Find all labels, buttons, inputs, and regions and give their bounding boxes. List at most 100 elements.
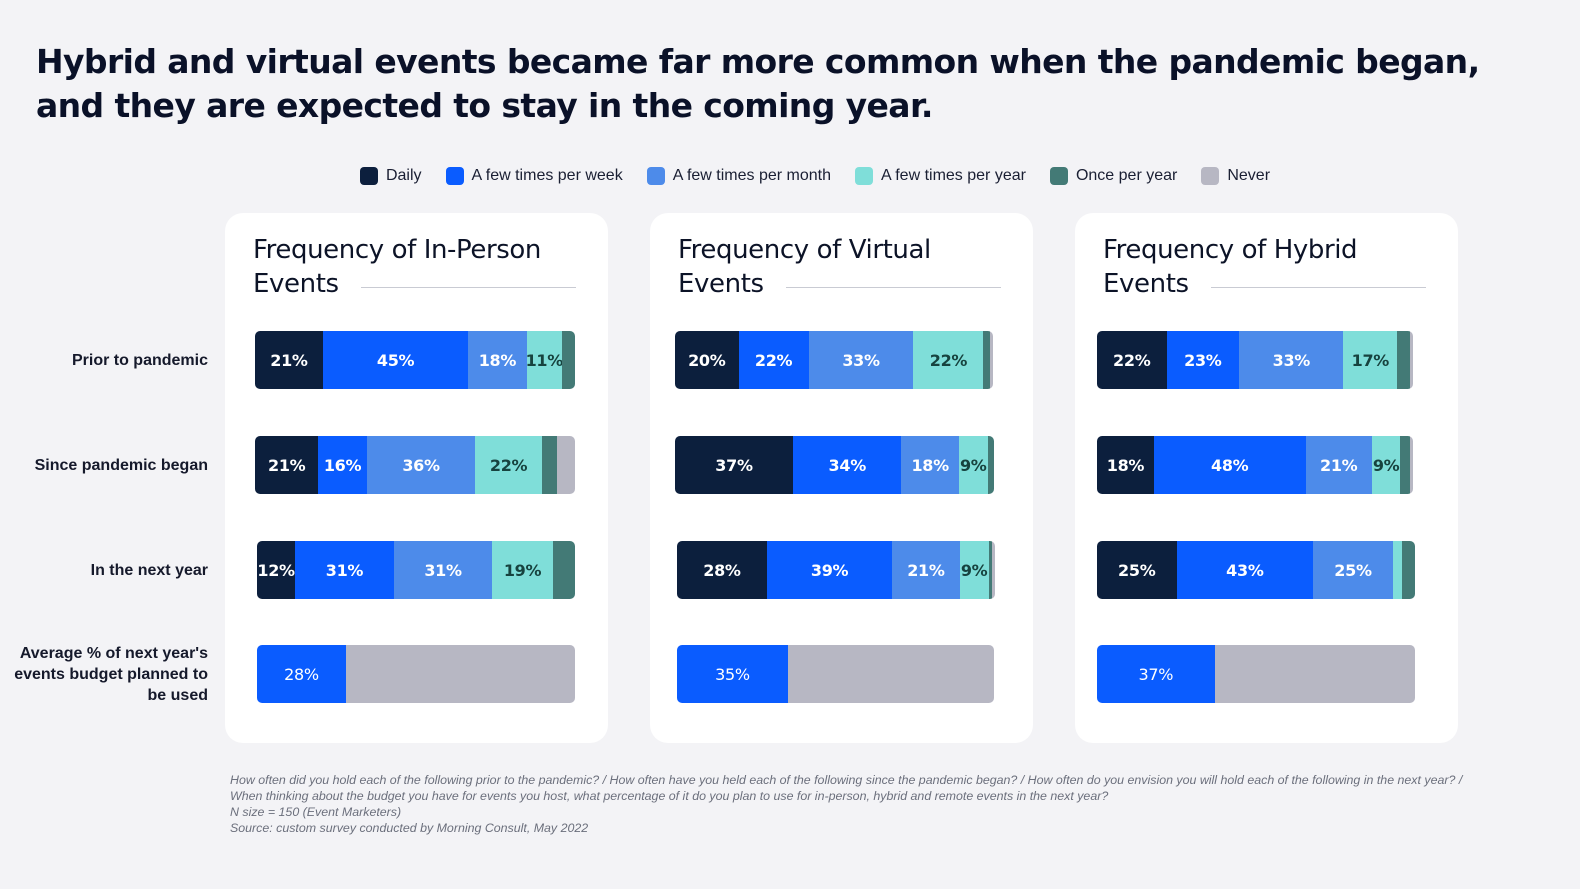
legend-label: A few times per month <box>672 167 831 184</box>
stacked-bar: 25% 43% 25% <box>1097 541 1415 599</box>
legend-swatch <box>1049 167 1068 185</box>
legend: Daily A few times per week A few times per… <box>0 167 1580 185</box>
legend-item: A few times per week <box>445 167 623 185</box>
legend-label: Never <box>1227 167 1271 184</box>
bar-segment-never <box>991 541 995 599</box>
bar-segment-daily: 25% <box>1097 541 1177 599</box>
bar-segment-once-per-year <box>562 331 575 389</box>
legend-label: A few times per year <box>881 167 1026 184</box>
legend-item: A few times per month <box>646 167 831 185</box>
legend-label: Once per year <box>1075 167 1178 184</box>
bar-segment-a-few-times-per-year: 22% <box>913 331 984 389</box>
title-rule <box>786 287 1001 288</box>
bar-segment-a-few-times-per-month: 18% <box>468 331 527 389</box>
budget-segment-used: 35% <box>677 645 788 703</box>
bar-segment-daily: 20% <box>675 331 739 389</box>
bar-segment-a-few-times-per-week: 39% <box>766 541 893 599</box>
card-title: Frequency of Virtual Events <box>678 235 931 299</box>
footnote: How often did you hold each of the follo… <box>230 772 1470 836</box>
budget-segment-rest <box>1214 645 1415 703</box>
bar-segment-a-few-times-per-week: 16% <box>318 436 367 494</box>
stacked-bar: 21% 45% 18% 11% <box>255 331 575 389</box>
bar-segment-a-few-times-per-week: 22% <box>738 331 809 389</box>
legend-item: A few times per year <box>855 167 1026 185</box>
row-label-next-year: In the next year <box>90 562 208 579</box>
bar-segment-daily: 21% <box>255 436 319 494</box>
legend-item: Never <box>1201 167 1270 185</box>
bar-segment-a-few-times-per-month: 21% <box>1305 436 1372 494</box>
card-title: Frequency of In-Person Events <box>253 235 542 299</box>
legend-swatch <box>646 167 665 185</box>
bar-segment-a-few-times-per-month: 21% <box>892 541 960 599</box>
bar-segment-a-few-times-per-year: 9% <box>1371 436 1401 494</box>
bar-segment-a-few-times-per-year: 11% <box>526 331 563 389</box>
page-title: Hybrid and virtual events became far mor… <box>36 42 1480 125</box>
bar-segment-never <box>1409 436 1413 494</box>
footnote-question: How often did you hold each of the follo… <box>230 773 1463 803</box>
title-rule <box>361 287 576 288</box>
stacked-bar: 28% 39% 21% 9% <box>677 541 995 599</box>
bar-segment-once-per-year <box>987 436 994 494</box>
bar-segment-once-per-year <box>1400 436 1410 494</box>
bar-segment-a-few-times-per-year: 19% <box>492 541 553 599</box>
bar-segment-once-per-year <box>552 541 575 599</box>
bar-segment-daily: 22% <box>1097 331 1167 389</box>
bar-segment-a-few-times-per-month: 36% <box>366 436 476 494</box>
bar-segment-a-few-times-per-week: 45% <box>322 331 469 389</box>
row-label-prior: Prior to pandemic <box>71 352 208 369</box>
bar-segment-a-few-times-per-year <box>1392 541 1403 599</box>
stacked-bar: 22% 23% 33% 17% <box>1097 331 1413 389</box>
bar-segment-never <box>556 436 575 494</box>
bar-segment-a-few-times-per-week: 48% <box>1153 436 1306 494</box>
legend-label: A few times per week <box>471 167 623 184</box>
legend-swatch <box>1201 167 1220 185</box>
footnote-n-size: N size = 150 (Event Marketers) <box>230 805 402 819</box>
stacked-bar: 21% 16% 36% 22% <box>255 436 575 494</box>
bar-segment-daily: 37% <box>675 436 794 494</box>
bar-segment-a-few-times-per-year: 9% <box>958 436 988 494</box>
stacked-bar: 37% 34% 18% 9% <box>675 436 994 494</box>
budget-bar: 28% <box>257 645 575 703</box>
stacked-bar: 18% 48% 21% 9% <box>1097 436 1413 494</box>
bar-segment-a-few-times-per-week: 34% <box>793 436 902 494</box>
bar-segment-a-few-times-per-year: 17% <box>1343 331 1398 389</box>
title-rule <box>1211 287 1426 288</box>
bar-segment-a-few-times-per-month: 31% <box>393 541 493 599</box>
card-title: Frequency of Hybrid Events <box>1103 235 1358 299</box>
row-label-budget: Average % of next year's events budget p… <box>14 645 208 704</box>
budget-segment-used: 28% <box>257 645 347 703</box>
bar-segment-daily: 28% <box>677 541 767 599</box>
footnote-source: Source: custom survey conducted by Morni… <box>230 821 589 835</box>
row-label-since: Since pandemic began <box>34 457 208 474</box>
bar-segment-a-few-times-per-month: 18% <box>901 436 959 494</box>
bar-segment-a-few-times-per-month: 25% <box>1313 541 1393 599</box>
budget-segment-rest <box>346 645 575 703</box>
legend-swatch <box>359 167 378 185</box>
bar-segment-a-few-times-per-year: 9% <box>959 541 989 599</box>
budget-segment-rest <box>787 645 994 703</box>
bar-segment-a-few-times-per-week: 43% <box>1176 541 1314 599</box>
bar-segment-daily: 12% <box>257 541 296 599</box>
budget-segment-used: 37% <box>1097 645 1215 703</box>
stacked-bar: 12% 31% 31% 19% <box>257 541 575 599</box>
bar-segment-never <box>989 331 993 389</box>
stacked-bar: 20% 22% 33% 22% <box>675 331 993 389</box>
bar-segment-once-per-year <box>541 436 557 494</box>
bar-segment-a-few-times-per-month: 33% <box>808 331 914 389</box>
budget-bar: 35% <box>677 645 994 703</box>
bar-segment-never <box>1409 331 1413 389</box>
legend-label: Daily <box>385 167 422 184</box>
budget-bar: 37% <box>1097 645 1415 703</box>
bar-segment-a-few-times-per-week: 23% <box>1166 331 1240 389</box>
legend-item: Once per year <box>1049 167 1178 185</box>
bar-segment-a-few-times-per-year: 22% <box>475 436 542 494</box>
bar-segment-a-few-times-per-week: 31% <box>295 541 394 599</box>
bar-segment-once-per-year <box>1402 541 1415 599</box>
legend-item: Daily <box>359 167 422 185</box>
bar-segment-once-per-year <box>1397 331 1410 389</box>
bar-segment-daily: 21% <box>255 331 323 389</box>
legend-swatch <box>445 167 464 185</box>
bar-segment-daily: 18% <box>1097 436 1154 494</box>
legend-swatch <box>855 167 873 185</box>
bar-segment-a-few-times-per-month: 33% <box>1239 331 1344 389</box>
